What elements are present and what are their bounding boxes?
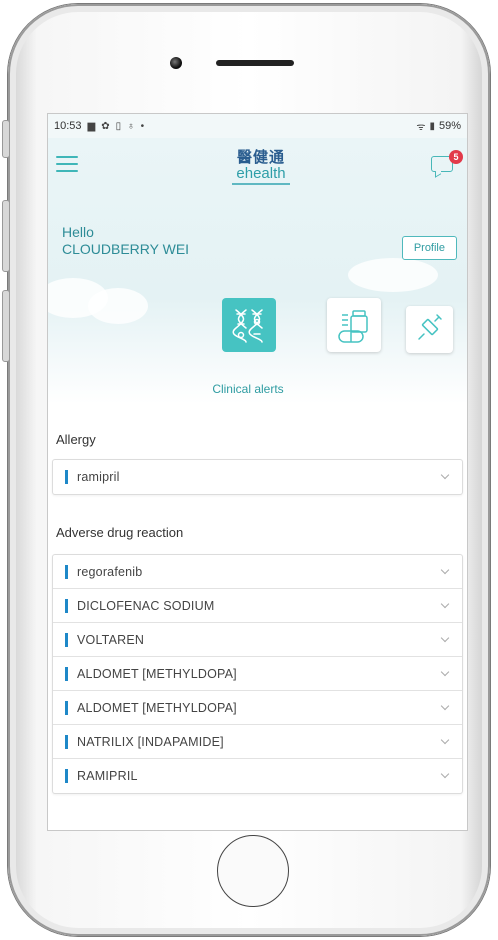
allergy-item-label: ramipril bbox=[77, 470, 120, 484]
ehealth-logo: 醫健通 ehealth bbox=[226, 146, 296, 185]
chevron-down-icon bbox=[440, 701, 450, 711]
mute-switch bbox=[2, 120, 10, 158]
severity-marker bbox=[65, 700, 68, 715]
clipboard-icon: ▯ bbox=[115, 120, 122, 132]
home-button[interactable] bbox=[217, 835, 289, 907]
location-icon: ♁ bbox=[127, 120, 135, 132]
adr-item[interactable]: VOLTAREN bbox=[53, 623, 462, 657]
severity-marker bbox=[65, 734, 68, 749]
menu-icon[interactable] bbox=[56, 156, 78, 177]
adr-item[interactable]: RAMIPRIL bbox=[53, 759, 462, 793]
greeting: Hello CLOUDBERRY WEI bbox=[62, 224, 189, 258]
adr-item[interactable]: ALDOMET [METHYLDOPA] bbox=[53, 657, 462, 691]
dna-icon bbox=[232, 309, 263, 343]
profile-button[interactable]: Profile bbox=[401, 236, 457, 260]
status-bar: 10:53 ▆ ✿ ▯ ♁ • ᯤ ▮ 59% bbox=[48, 114, 467, 138]
volume-up-button bbox=[2, 200, 10, 272]
tab-clinical-alerts[interactable] bbox=[222, 298, 276, 352]
battery-icon: ▮ bbox=[429, 120, 435, 132]
chevron-down-icon bbox=[440, 565, 450, 575]
wifi-icon: ᯤ bbox=[416, 122, 426, 133]
adr-item-label: DICLOFENAC SODIUM bbox=[77, 598, 215, 613]
settings-icon: ✿ bbox=[101, 120, 110, 132]
adr-item[interactable]: ALDOMET [METHYLDOPA] bbox=[53, 691, 462, 725]
adr-list: regorafenib DICLOFENAC SODIUM VOLTAREN A… bbox=[52, 554, 463, 794]
messages-button[interactable]: 5 bbox=[431, 150, 463, 174]
adr-item-label: VOLTAREN bbox=[77, 632, 145, 647]
adr-item-label: ALDOMET [METHYLDOPA] bbox=[77, 700, 237, 715]
app-screen: 10:53 ▆ ✿ ▯ ♁ • ᯤ ▮ 59% 醫健通 ehealth 5 He… bbox=[47, 113, 468, 831]
adr-item-label: RAMIPRIL bbox=[77, 769, 138, 783]
chevron-down-icon bbox=[440, 769, 450, 779]
status-time: 10:53 bbox=[54, 120, 82, 132]
cloud-decoration bbox=[88, 288, 148, 324]
tab-vaccinations[interactable] bbox=[406, 306, 453, 353]
dot-icon: • bbox=[140, 120, 145, 132]
logo-underline bbox=[232, 183, 290, 185]
adr-item[interactable]: DICLOFENAC SODIUM bbox=[53, 589, 462, 623]
severity-marker bbox=[65, 598, 68, 613]
earpiece-speaker bbox=[216, 60, 294, 66]
chevron-down-icon bbox=[440, 735, 450, 745]
battery-level: 59% bbox=[438, 120, 461, 132]
chevron-down-icon bbox=[440, 599, 450, 609]
allergy-title: Allergy bbox=[56, 432, 96, 447]
allergy-item[interactable]: ramipril bbox=[53, 460, 462, 494]
message-icon: ▆ bbox=[87, 120, 96, 132]
adr-item-label: regorafenib bbox=[77, 564, 143, 579]
chevron-down-icon bbox=[440, 633, 450, 643]
severity-marker bbox=[65, 564, 68, 579]
chevron-down-icon bbox=[440, 667, 450, 677]
adr-item[interactable]: NATRILIX [INDAPAMIDE] bbox=[53, 725, 462, 759]
volume-down-button bbox=[2, 290, 10, 362]
severity-marker bbox=[65, 769, 68, 783]
severity-marker bbox=[65, 632, 68, 647]
adr-item[interactable]: regorafenib bbox=[53, 555, 462, 589]
unread-badge: 5 bbox=[449, 150, 463, 164]
cloud-decoration bbox=[348, 258, 438, 292]
logo-english: ehealth bbox=[236, 165, 286, 182]
adr-item-label: ALDOMET [METHYLDOPA] bbox=[77, 666, 237, 681]
user-name: CLOUDBERRY WEI bbox=[62, 241, 190, 257]
adr-title: Adverse drug reaction bbox=[56, 525, 184, 540]
front-camera bbox=[170, 57, 182, 69]
vaccine-icon bbox=[418, 314, 442, 340]
medication-icon bbox=[338, 310, 368, 343]
hero-header: 醫健通 ehealth 5 Hello CLOUDBERRY WEI Profi… bbox=[48, 138, 467, 404]
tab-medications[interactable] bbox=[327, 298, 381, 352]
severity-marker bbox=[65, 666, 68, 681]
allergy-list: ramipril bbox=[52, 459, 463, 495]
active-tab-label: Clinical alerts bbox=[212, 382, 284, 396]
logo-chinese: 醫健通 bbox=[236, 149, 285, 166]
adr-item-label: NATRILIX [INDAPAMIDE] bbox=[77, 734, 224, 749]
severity-marker bbox=[65, 470, 68, 484]
greeting-hello: Hello bbox=[62, 224, 94, 240]
chevron-down-icon bbox=[440, 470, 450, 480]
